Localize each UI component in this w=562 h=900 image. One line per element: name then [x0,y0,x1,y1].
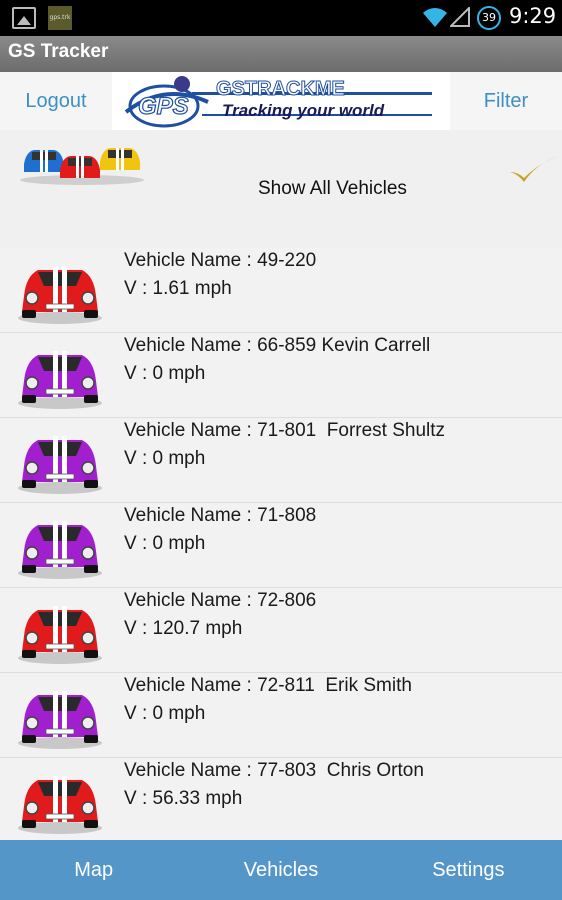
vehicle-speed: V : 120.7 mph [124,618,243,639]
gstrackme-logo: GPS GSTRACKME Tracking your world [112,72,450,130]
vehicle-speed: V : 0 mph [124,703,206,724]
status-bar: gps.trk 39 9:29 [0,0,562,36]
car-icon [18,521,102,579]
car-icon [18,351,102,409]
vehicle-name: Vehicle Name : 71-801 Forrest Shultz [124,420,446,441]
checkmark-icon[interactable] [508,154,560,186]
car-icon [18,606,102,664]
vehicle-name: Vehicle Name : 49-220 [124,250,317,271]
tab-vehicles[interactable]: Vehicles [187,840,374,900]
app-title: GS Tracker [8,41,109,62]
app-notification-icon: gps.trk [48,6,72,30]
vehicle-row[interactable]: Vehicle Name : 66-859 Kevin Carrell V : 0… [0,333,562,418]
logo-tagline-text: Tracking your world [222,101,385,120]
vehicle-speed: V : 0 mph [124,448,206,469]
logo-brand-text: GSTRACKME [216,78,345,100]
show-all-vehicles-row[interactable]: Show All Vehicles [0,130,562,248]
signal-icon [450,7,470,27]
image-notification-icon [12,7,36,29]
vehicle-row[interactable]: Vehicle Name : 71-808 V : 0 mph [0,503,562,588]
vehicle-speed: V : 0 mph [124,363,206,384]
vehicle-speed: V : 0 mph [124,533,206,554]
battery-icon: 39 [477,6,501,30]
car-icon [18,436,102,494]
vehicle-speed: V : 1.61 mph [124,278,232,299]
logout-button[interactable]: Logout [0,72,112,130]
tab-map[interactable]: Map [0,840,187,900]
vehicle-speed: V : 56.33 mph [124,788,243,809]
vehicle-name: Vehicle Name : 71-808 [124,505,317,526]
car-icon [18,691,102,749]
logo-graphic: GPS GSTRACKME Tracking your world [124,76,432,128]
title-bar: GS Tracker [0,36,562,72]
vehicle-name: Vehicle Name : 72-811 Erik Smith [124,675,412,696]
car-icon [18,776,102,834]
filter-button[interactable]: Filter [450,72,562,130]
car-icon [18,266,102,324]
vehicle-list: Vehicle Name : 49-220 V : 1.61 mph Vehicle… [0,248,562,843]
vehicle-row[interactable]: Vehicle Name : 49-220 V : 1.61 mph [0,248,562,333]
status-clock: 9:29 [509,4,557,28]
vehicle-name: Vehicle Name : 77-803 Chris Orton [124,760,424,781]
vehicle-row[interactable]: Vehicle Name : 71-801 Forrest Shultz V : … [0,418,562,503]
bottom-nav: Map Vehicles Settings [0,840,562,900]
vehicle-row[interactable]: Vehicle Name : 77-803 Chris Orton V : 56.… [0,758,562,843]
header: Logout GPS GSTRACKME Tracking your world… [0,72,562,130]
vehicle-name: Vehicle Name : 66-859 Kevin Carrell [124,335,431,356]
vehicle-name: Vehicle Name : 72-806 [124,590,317,611]
wifi-icon [423,8,447,27]
logo-badge-text: GPS [138,93,189,120]
vehicle-row[interactable]: Vehicle Name : 72-811 Erik Smith V : 0 mp… [0,673,562,758]
car-group-icon [20,148,144,185]
vehicle-row[interactable]: Vehicle Name : 72-806 V : 120.7 mph [0,588,562,673]
show-all-label: Show All Vehicles [258,178,407,199]
tab-settings[interactable]: Settings [375,840,562,900]
